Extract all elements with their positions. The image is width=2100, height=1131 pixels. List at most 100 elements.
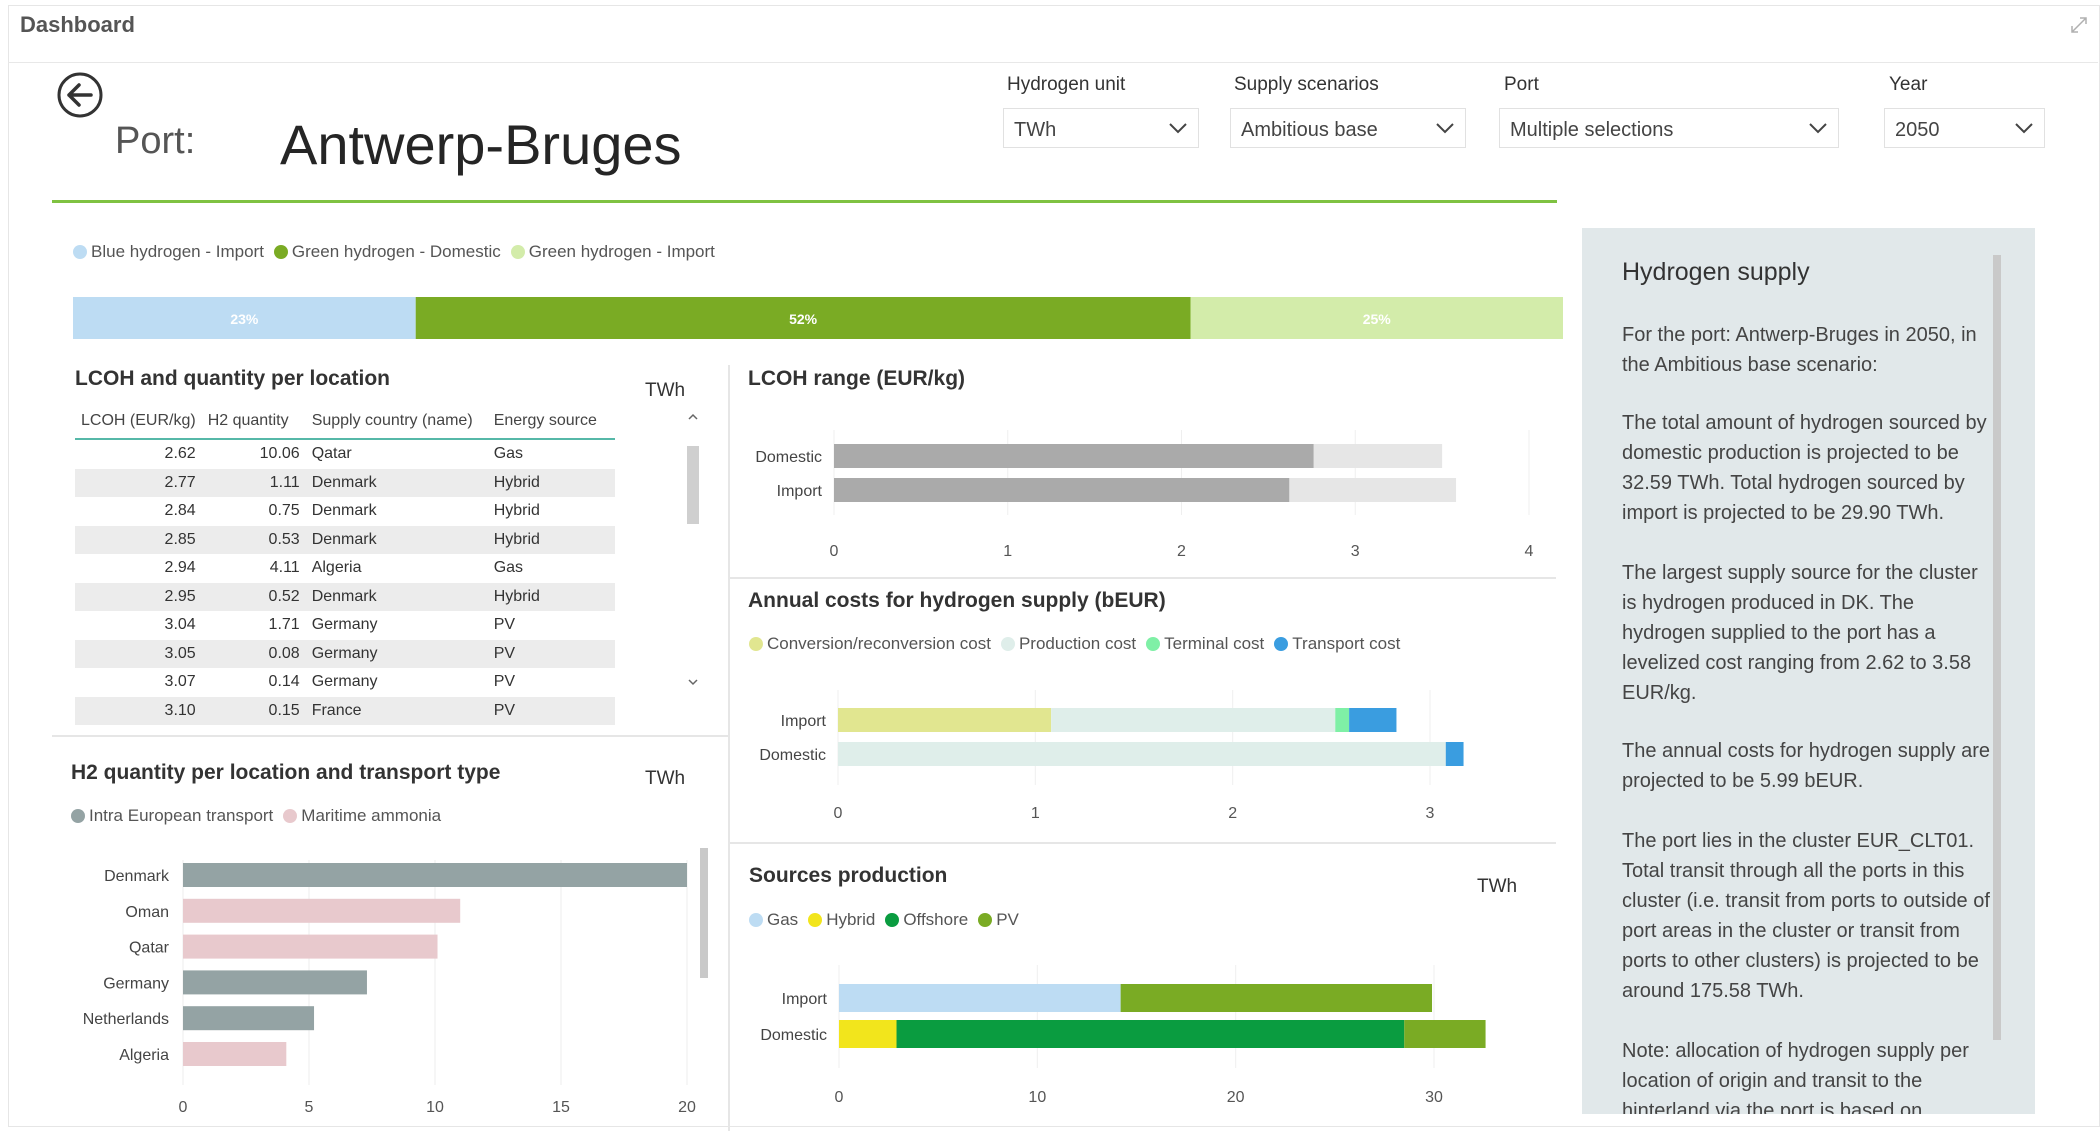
- transport-legend: Intra European transport Maritime ammoni…: [71, 806, 451, 826]
- x-tick-label: 20: [678, 1099, 696, 1116]
- hydrogen-unit-dropdown[interactable]: TWh: [1003, 108, 1199, 148]
- table-cell: PV: [493, 616, 516, 634]
- table-cell: Hybrid: [487, 582, 615, 611]
- table-cell: 2.84: [164, 502, 196, 520]
- table-cell: 2.77: [75, 468, 202, 497]
- table-scrollbar[interactable]: [685, 410, 701, 695]
- hydrogen-unit-value: TWh: [1014, 119, 1057, 141]
- legend-item[interactable]: Green hydrogen - Domestic: [273, 242, 501, 262]
- legend-dot: [73, 245, 87, 259]
- table-row[interactable]: 2.94 4.11 Algeria Gas: [75, 554, 615, 583]
- chevron-down-icon: [2015, 123, 2033, 134]
- table-cell: 3.07: [164, 673, 196, 691]
- filter-label-year: Year: [1889, 74, 1928, 95]
- stacked-bar-segment: [1349, 708, 1397, 732]
- legend-item[interactable]: PV: [978, 910, 1019, 930]
- legend-dot: [978, 913, 993, 927]
- bar: [183, 898, 461, 923]
- port-name: Antwerp-Bruges: [280, 113, 682, 176]
- chevron-down-icon: [1809, 123, 1827, 134]
- table-cell: 0.14: [268, 673, 300, 691]
- expand-icon[interactable]: [2070, 16, 2088, 34]
- table-row[interactable]: 3.05 0.08 Germany PV: [75, 639, 615, 668]
- legend-label: Intra European transport: [89, 806, 274, 825]
- transport-chart: 0 5 10 15 20 Denmark Oman Qatar Germany Netherlan…: [83, 860, 696, 1116]
- stacked-bar-segment: [896, 1020, 1405, 1048]
- table-cell: 3.04: [164, 616, 196, 634]
- panel-scrollbar[interactable]: [1993, 255, 2001, 1040]
- lcoh-range-chart: 0 1 2 3 4 Domestic Import: [755, 430, 1534, 560]
- back-button[interactable]: [55, 70, 105, 120]
- panel-paragraph: The annual costs for hydrogen supply are…: [1622, 740, 1990, 792]
- filter-label-port: Port: [1504, 74, 1539, 95]
- sources-chart-unit: TWh: [1477, 876, 1518, 897]
- table-row[interactable]: 3.07 0.14 Germany PV: [75, 668, 615, 697]
- x-tick-label: 30: [1425, 1089, 1443, 1106]
- table-row[interactable]: 2.62 10.06 Qatar Gas: [75, 439, 615, 469]
- x-tick-label: 0: [835, 1089, 844, 1106]
- legend-item[interactable]: Gas: [749, 910, 798, 930]
- x-tick-label: 3: [1426, 805, 1435, 822]
- table-row[interactable]: 3.10 0.15 France PV: [75, 696, 615, 725]
- table-row[interactable]: 2.77 1.11 Denmark Hybrid: [75, 468, 615, 497]
- table-cell: 3.05: [75, 639, 202, 668]
- header-divider: [52, 200, 1557, 203]
- table-cell: Germany: [311, 673, 378, 691]
- chart-scrollbar[interactable]: [700, 848, 708, 978]
- transport-chart-unit: TWh: [645, 768, 686, 789]
- port-dropdown[interactable]: Multiple selections: [1499, 108, 1839, 148]
- table-cell: PV: [493, 673, 516, 691]
- legend-item[interactable]: Hybrid: [808, 910, 875, 930]
- table-cell: Denmark: [311, 502, 377, 520]
- table-row[interactable]: 3.04 1.71 Germany PV: [75, 611, 615, 640]
- legend-item[interactable]: Transport cost: [1274, 634, 1400, 654]
- sources-chart-title: Sources production: [749, 864, 948, 887]
- column-header[interactable]: H2 quantity: [201, 398, 306, 440]
- x-tick-label: 0: [830, 543, 839, 560]
- legend-item[interactable]: Terminal cost: [1146, 634, 1264, 654]
- table-cell: Hybrid: [493, 502, 540, 520]
- legend-item[interactable]: Offshore: [885, 910, 968, 930]
- column-header[interactable]: Supply country (name): [305, 398, 488, 440]
- supply-scenarios-dropdown[interactable]: Ambitious base: [1230, 108, 1466, 148]
- panel-paragraph: For the port: Antwerp-Bruges in 2050, in…: [1622, 324, 1977, 376]
- bar: [183, 970, 367, 995]
- table-cell: 2.94: [164, 559, 196, 577]
- column-header[interactable]: Energy source: [487, 398, 615, 440]
- legend-item[interactable]: Maritime ammonia: [283, 806, 441, 826]
- category-label: Oman: [125, 904, 169, 921]
- section-divider: [730, 842, 1556, 844]
- table-cell: Germany: [311, 616, 378, 634]
- table-cell: Gas: [493, 559, 524, 577]
- table-cell: 0.75: [268, 502, 300, 520]
- stacked-bar-segment: [838, 742, 1446, 766]
- category-label: Domestic: [755, 449, 822, 466]
- x-tick-label: 2: [1228, 805, 1237, 822]
- panel-paragraph: Note: allocation of hydrogen supply per …: [1622, 1040, 1969, 1114]
- share-bar-label: 25%: [1363, 311, 1392, 327]
- legend-label: Blue hydrogen - Import: [91, 242, 264, 261]
- legend-label: Hybrid: [826, 910, 876, 929]
- port-label: Port:: [115, 120, 196, 162]
- category-label: Germany: [103, 975, 169, 992]
- category-label: Denmark: [104, 868, 170, 885]
- table-cell: Hybrid: [487, 468, 615, 497]
- filter-label-supply-scenarios: Supply scenarios: [1234, 74, 1379, 95]
- legend-item[interactable]: Production cost: [1000, 634, 1136, 654]
- table-cell: 2.62: [164, 445, 196, 463]
- table-cell: 1.11: [201, 468, 306, 497]
- section-divider: [52, 735, 728, 737]
- legend-item[interactable]: Green hydrogen - Import: [510, 242, 715, 262]
- legend-item[interactable]: Blue hydrogen - Import: [73, 242, 264, 262]
- legend-dot: [1000, 637, 1015, 651]
- legend-item[interactable]: Intra European transport: [71, 806, 273, 826]
- panel-paragraph: The port lies in the cluster EUR_CLT01. …: [1622, 830, 1990, 1002]
- table-row[interactable]: 2.85 0.53 Denmark Hybrid: [75, 525, 615, 554]
- table-row[interactable]: 2.95 0.52 Denmark Hybrid: [75, 582, 615, 611]
- column-header[interactable]: LCOH (EUR/kg): [75, 398, 202, 440]
- table-row[interactable]: 2.84 0.75 Denmark Hybrid: [75, 497, 615, 526]
- year-dropdown[interactable]: 2050: [1884, 108, 2045, 148]
- annual-costs-title: Annual costs for hydrogen supply (bEUR): [748, 589, 1166, 612]
- legend-item[interactable]: Conversion/reconversion cost: [749, 634, 991, 654]
- legend-label: Offshore: [903, 910, 969, 929]
